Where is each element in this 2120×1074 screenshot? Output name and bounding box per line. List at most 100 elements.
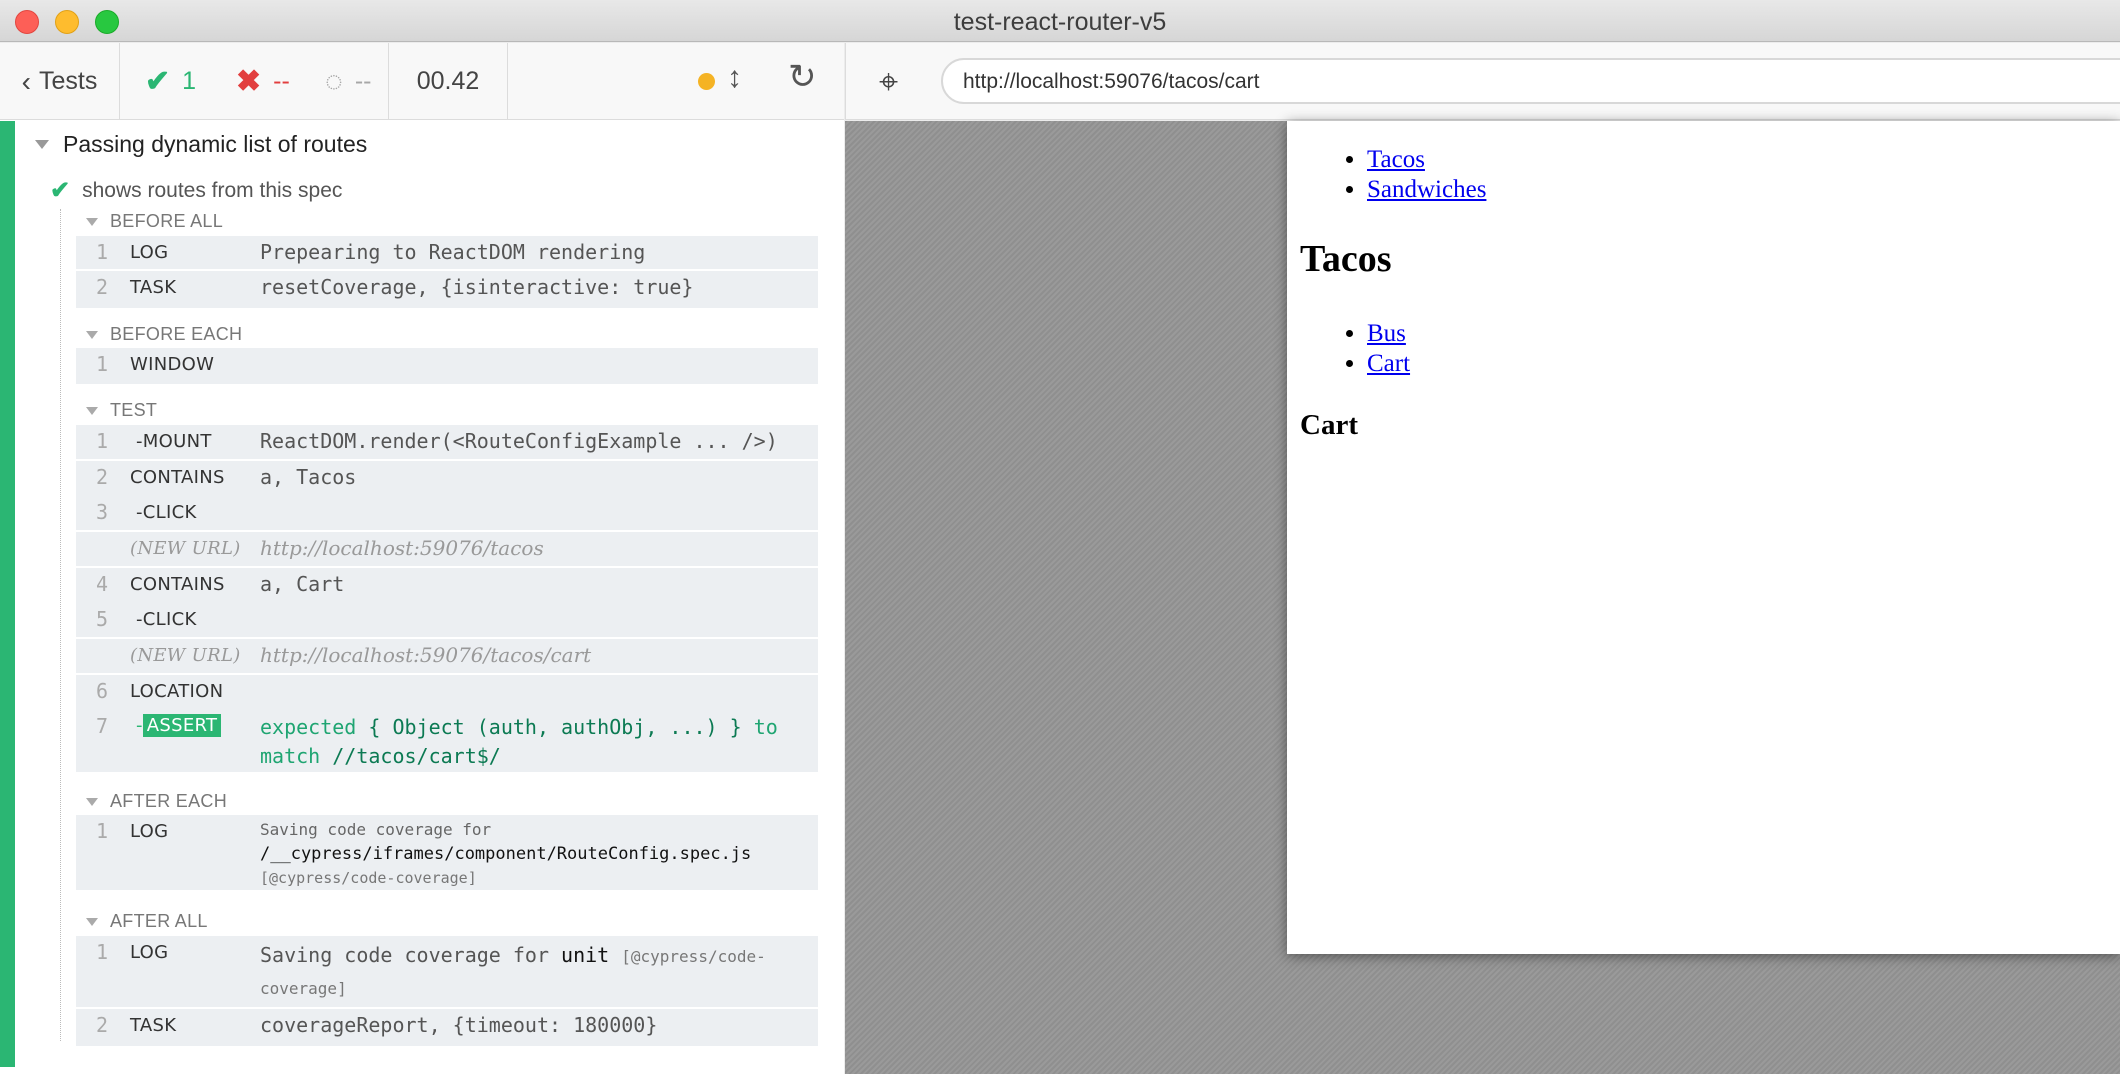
command-number: 7	[96, 714, 109, 738]
page-subheading: Cart	[1300, 409, 1358, 441]
hook-label: AFTER EACH	[110, 791, 228, 811]
log-msg-a: Saving code coverage for	[260, 943, 549, 967]
command-number: 4	[96, 572, 109, 596]
command-name: (NEW URL)	[130, 645, 241, 666]
test-divider	[60, 209, 61, 1041]
command-number: 6	[96, 679, 109, 703]
command-number: 1	[96, 819, 109, 843]
hook-after-all[interactable]: AFTER ALL	[86, 911, 208, 932]
command-row[interactable]: 6 LOCATION 7 - ASSERT expected { Object (…	[76, 675, 818, 772]
hook-label: TEST	[110, 400, 158, 420]
nav-link-bus[interactable]: Bus	[1367, 320, 1406, 347]
pending-value: --	[354, 67, 372, 95]
command-name: TASK	[130, 1015, 177, 1036]
command-row[interactable]: 4 CONTAINS a, Cart 5 -CLICK	[76, 568, 818, 639]
command-row[interactable]: 2 TASK coverageReport, {timeout: 180000}	[76, 1009, 818, 1044]
command-list: 1 LOG Prepearing to ReactDOM rendering 2…	[76, 236, 818, 308]
caret-down-icon	[86, 797, 98, 806]
auto-scroll-toggle-icon[interactable]: ↕	[727, 61, 742, 95]
failed-value: --	[273, 67, 290, 95]
command-name: LOCATION	[130, 681, 224, 702]
suite-title-text: Passing dynamic list of routes	[63, 131, 368, 157]
command-name: LOG	[130, 942, 169, 963]
test-title[interactable]: ✔ shows routes from this spec	[50, 176, 342, 205]
command-row[interactable]: 1 WINDOW	[76, 348, 818, 384]
pending-circle-icon: ◌	[325, 64, 343, 98]
auto-scroll-indicator-icon[interactable]	[698, 73, 715, 90]
check-icon: ✔	[145, 65, 171, 98]
command-list: 1 WINDOW	[76, 348, 818, 384]
hook-label: BEFORE EACH	[110, 324, 243, 344]
command-name: -CLICK	[136, 502, 197, 523]
test-title-text: shows routes from this spec	[82, 178, 343, 202]
list-item: Cart	[1367, 349, 1410, 379]
assert-prefix: -	[136, 715, 143, 736]
hook-before-all[interactable]: BEFORE ALL	[86, 211, 223, 232]
command-row-new-url[interactable]: (NEW URL) http://localhost:59076/tacos/c…	[76, 639, 818, 675]
tests-back-button[interactable]: ‹ Tests	[0, 43, 120, 120]
command-number: 1	[96, 429, 109, 453]
selector-playground-icon[interactable]: ⌖	[879, 63, 898, 102]
list-item: Bus	[1367, 319, 1410, 349]
log-msg-b: unit	[561, 943, 610, 967]
check-icon: ✔	[50, 177, 71, 204]
aut-header: ⌖ http://localhost:59076/tacos/cart	[845, 43, 2120, 120]
caret-down-icon	[86, 406, 98, 415]
command-row[interactable]: 2 TASK resetCoverage, {isinteractive: tr…	[76, 271, 818, 306]
command-message: ReactDOM.render(<RouteConfigExample ... …	[260, 429, 778, 453]
command-message: http://localhost:59076/tacos/cart	[260, 643, 592, 667]
caret-down-icon	[86, 217, 98, 226]
nav-link-cart[interactable]: Cart	[1367, 350, 1410, 377]
command-message: coverageReport, {timeout: 180000}	[260, 1013, 658, 1037]
assert-message: expected { Object (auth, authObj, ...) }…	[260, 713, 800, 771]
rerun-tests-icon[interactable]: ↻	[788, 57, 817, 97]
command-message: a, Tacos	[260, 465, 357, 489]
command-number: 2	[96, 465, 109, 489]
duration: 00.42	[388, 43, 508, 120]
hook-after-each[interactable]: AFTER EACH	[86, 791, 227, 812]
command-message: resetCoverage, {isinteractive: true}	[260, 275, 694, 299]
runnables-list: Passing dynamic list of routes ✔ shows r…	[0, 121, 844, 1074]
assert-command-name: - ASSERT	[136, 714, 222, 737]
command-row[interactable]: 1 LOG Saving code coverage for /__cypress…	[76, 815, 818, 890]
command-number: 1	[96, 352, 109, 376]
command-name: -CLICK	[136, 609, 197, 630]
suite-title[interactable]: Passing dynamic list of routes	[35, 131, 367, 158]
window-titlebar: test-react-router-v5	[0, 0, 2120, 42]
command-name: LOG	[130, 242, 169, 263]
assert-msg-pattern: //tacos/cart$/	[332, 744, 501, 768]
log-line-2: /__cypress/iframes/component/RouteConfig…	[260, 844, 752, 864]
nav-link-sandwiches[interactable]: Sandwiches	[1367, 176, 1486, 203]
caret-down-icon	[86, 330, 98, 339]
assert-msg-match: match	[260, 744, 321, 768]
command-number: 3	[96, 500, 109, 524]
command-row-new-url[interactable]: (NEW URL) http://localhost:59076/tacos	[76, 532, 818, 568]
command-row[interactable]: 2 CONTAINS a, Tacos 3 -CLICK	[76, 461, 818, 532]
hook-before-each[interactable]: BEFORE EACH	[86, 324, 242, 345]
assert-msg-to: to	[753, 715, 778, 739]
command-row[interactable]: 1 LOG Saving code coverage for unit [@cy…	[76, 936, 818, 1009]
command-name: (NEW URL)	[130, 538, 241, 559]
nav-link-tacos[interactable]: Tacos	[1367, 146, 1425, 173]
hook-test[interactable]: TEST	[86, 400, 157, 421]
command-name: TASK	[130, 277, 177, 298]
command-message: a, Cart	[260, 572, 345, 596]
page-heading: Tacos	[1300, 238, 1392, 280]
failed-count: ✖ --	[236, 43, 290, 120]
assert-msg-expected: expected	[260, 715, 357, 739]
list-item: Tacos	[1367, 145, 1486, 175]
hook-label: AFTER ALL	[110, 911, 208, 931]
list-item: Sandwiches	[1367, 175, 1486, 205]
command-row[interactable]: 1 -MOUNT ReactDOM.render(<RouteConfigExa…	[76, 425, 818, 461]
log-line-3: [@cypress/code-coverage]	[260, 869, 477, 887]
log-line-1: Saving code coverage for	[260, 820, 492, 839]
command-number: 1	[96, 240, 109, 264]
passed-count: ✔ 1	[145, 43, 196, 120]
reporter-stats-bar: ‹ Tests ✔ 1 ✖ -- ◌ -- 00.42 ↕ ↻	[0, 43, 844, 120]
log-msg-d: coverage]	[260, 979, 347, 998]
aut-url-bar[interactable]: http://localhost:59076/tacos/cart	[941, 58, 2120, 104]
command-list: 1 LOG Saving code coverage for unit [@cy…	[76, 936, 818, 1046]
command-row[interactable]: 1 LOG Prepearing to ReactDOM rendering	[76, 236, 818, 271]
chevron-left-icon: ‹	[21, 65, 31, 97]
command-number: 1	[96, 940, 109, 964]
